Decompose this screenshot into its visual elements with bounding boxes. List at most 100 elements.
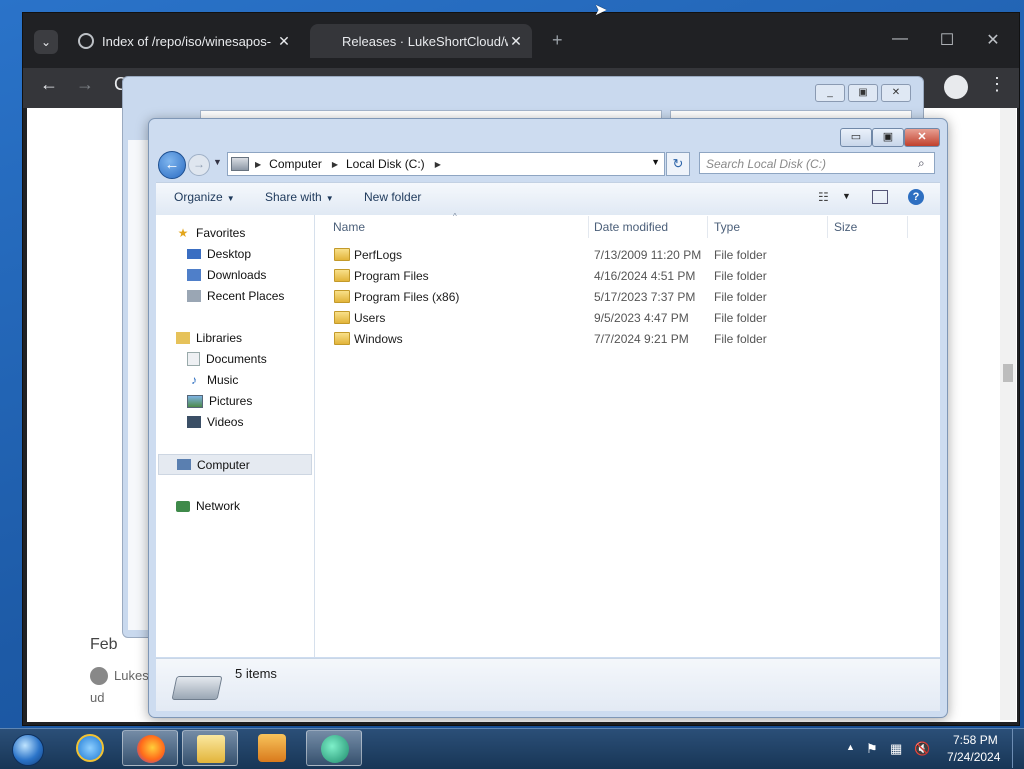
browser-minimize-button[interactable]: — bbox=[890, 30, 910, 48]
breadcrumb-arrow-icon[interactable]: ▶ bbox=[435, 160, 441, 169]
clock-date[interactable]: 7/24/2024 bbox=[947, 750, 1000, 764]
change-view-icon[interactable]: ☷ bbox=[818, 190, 829, 204]
file-row[interactable]: Program Files (x86) 5/17/2023 7:37 PM File… bbox=[330, 287, 930, 307]
taskbar-internet-explorer[interactable] bbox=[62, 730, 118, 766]
folder-icon bbox=[334, 332, 350, 345]
column-divider[interactable] bbox=[907, 216, 908, 238]
breadcrumb-local-disk[interactable]: Local Disk (C:) bbox=[346, 157, 425, 171]
close-tab-icon[interactable]: ✕ bbox=[508, 33, 524, 50]
action-center-flag-icon[interactable]: ⚑ bbox=[866, 741, 878, 757]
preview-pane-icon[interactable] bbox=[872, 190, 888, 204]
page-text-user: Lukes bbox=[114, 668, 149, 683]
share-with-button[interactable]: Share with ▼ bbox=[265, 190, 334, 204]
column-divider[interactable] bbox=[827, 216, 828, 238]
breadcrumb-arrow-icon[interactable]: ▶ bbox=[255, 160, 261, 169]
nav-libraries[interactable]: Libraries bbox=[176, 331, 242, 345]
back-window-close-button[interactable]: ✕ bbox=[881, 84, 911, 102]
media-player-icon bbox=[258, 734, 286, 762]
back-window-minimize-button[interactable]: _ bbox=[815, 84, 845, 102]
organize-label: Organize bbox=[174, 190, 223, 204]
new-tab-button[interactable]: + bbox=[552, 30, 563, 51]
browser-scrollbar[interactable] bbox=[1000, 108, 1016, 720]
address-dropdown-icon[interactable]: ▼ bbox=[651, 157, 660, 167]
breadcrumb-arrow-icon[interactable]: ▶ bbox=[332, 160, 338, 169]
tab-title: Releases · LukeShortCloud/wi bbox=[342, 33, 508, 49]
column-header-size[interactable]: Size bbox=[834, 220, 857, 234]
minimize-button[interactable]: ▭ bbox=[840, 128, 872, 147]
file-name: Program Files bbox=[354, 269, 429, 283]
browser-close-button[interactable]: ✕ bbox=[983, 30, 1003, 50]
taskbar-media-player[interactable] bbox=[244, 730, 300, 766]
file-name: PerfLogs bbox=[354, 248, 403, 262]
new-folder-button[interactable]: New folder bbox=[364, 190, 421, 204]
browser-menu-icon[interactable]: ⋮ bbox=[988, 74, 1006, 95]
view-dropdown-icon[interactable]: ▼ bbox=[842, 191, 851, 201]
firefox-icon bbox=[137, 735, 165, 763]
nav-music[interactable]: ♪ Music bbox=[187, 373, 238, 387]
nav-label: Music bbox=[207, 373, 239, 387]
nav-documents[interactable]: Documents bbox=[187, 352, 267, 366]
tab-releases[interactable]: Releases · LukeShortCloud/wi ✕ bbox=[310, 24, 532, 58]
column-header-type[interactable]: Type bbox=[714, 220, 740, 234]
clock-time[interactable]: 7:58 PM bbox=[953, 733, 998, 747]
search-icon[interactable]: ⌕ bbox=[918, 156, 925, 171]
mouse-cursor-icon: ➤ bbox=[594, 2, 608, 19]
browser-scrollbar-thumb[interactable] bbox=[1003, 364, 1013, 382]
address-bar[interactable]: ▶ Computer ▶ Local Disk (C:) ▶ ▼ bbox=[227, 152, 665, 176]
close-tab-icon[interactable]: ✕ bbox=[276, 33, 292, 50]
breadcrumb-computer[interactable]: Computer bbox=[269, 157, 322, 171]
column-header-date-modified[interactable]: Date modified bbox=[594, 220, 668, 234]
share-with-label: Share with bbox=[265, 190, 322, 204]
browser-maximize-button[interactable]: ☐ bbox=[937, 30, 957, 50]
file-row[interactable]: Program Files 4/16/2024 4:51 PM File folde… bbox=[330, 266, 930, 286]
taskbar-app-active[interactable] bbox=[306, 730, 362, 766]
help-icon[interactable]: ? bbox=[908, 189, 924, 205]
back-arrow-icon[interactable]: ← bbox=[158, 151, 186, 179]
show-hidden-icons[interactable]: ▲ bbox=[846, 742, 855, 752]
nav-videos[interactable]: Videos bbox=[187, 415, 243, 429]
profile-avatar[interactable] bbox=[944, 75, 968, 99]
nav-downloads[interactable]: Downloads bbox=[187, 268, 266, 282]
avatar bbox=[90, 667, 108, 685]
app-icon bbox=[321, 735, 349, 763]
recent-pages-dropdown-icon[interactable]: ▼ bbox=[213, 157, 222, 167]
sort-arrow-icon: ^ bbox=[453, 212, 457, 221]
forward-arrow-icon[interactable]: → bbox=[188, 154, 210, 176]
nav-favorites[interactable]: ★ Favorites bbox=[176, 226, 246, 240]
taskbar-firefox[interactable] bbox=[122, 730, 178, 766]
tab-search-dropdown-icon[interactable]: ⌄ bbox=[34, 30, 58, 54]
browser-forward-button[interactable]: → bbox=[76, 74, 94, 95]
nav-label: Favorites bbox=[196, 226, 246, 240]
file-row[interactable]: Users 9/5/2023 4:47 PM File folder bbox=[330, 308, 930, 328]
folder-icon bbox=[334, 311, 350, 324]
column-header-name[interactable]: Name bbox=[333, 220, 365, 234]
windows-logo-icon bbox=[12, 734, 44, 766]
nav-recent-places[interactable]: Recent Places bbox=[187, 289, 284, 303]
nav-label: Downloads bbox=[207, 268, 267, 282]
back-window-maximize-button[interactable]: ▣ bbox=[848, 84, 878, 102]
browser-back-button[interactable]: ← bbox=[40, 74, 58, 95]
volume-muted-icon[interactable]: 🔇 bbox=[914, 741, 930, 757]
file-row[interactable]: PerfLogs 7/13/2009 11:20 PM File folder bbox=[330, 245, 930, 265]
column-divider[interactable] bbox=[588, 216, 589, 238]
refresh-icon[interactable]: ↻ bbox=[666, 152, 690, 176]
nav-label: Pictures bbox=[209, 394, 253, 408]
network-tray-icon[interactable]: ▦ bbox=[890, 741, 902, 757]
nav-pictures[interactable]: Pictures bbox=[187, 394, 252, 408]
file-row[interactable]: Windows 7/7/2024 9:21 PM File folder bbox=[330, 329, 930, 349]
tab-title: Index of /repo/iso/winesapos- bbox=[102, 33, 272, 49]
column-divider[interactable] bbox=[707, 216, 708, 238]
tab-index-of-repo[interactable]: Index of /repo/iso/winesapos- ✕ bbox=[70, 24, 300, 58]
maximize-button[interactable]: ▣ bbox=[872, 128, 904, 147]
organize-button[interactable]: Organize ▼ bbox=[174, 190, 235, 204]
github-icon bbox=[318, 33, 334, 49]
start-button[interactable] bbox=[4, 729, 46, 767]
file-name: Windows bbox=[354, 332, 403, 346]
nav-network[interactable]: Network bbox=[176, 499, 240, 513]
nav-desktop[interactable]: Desktop bbox=[187, 247, 251, 261]
show-desktop-button[interactable] bbox=[1012, 729, 1024, 768]
taskbar-windows-explorer[interactable] bbox=[182, 730, 238, 766]
close-button[interactable]: ✕ bbox=[904, 128, 940, 147]
search-input[interactable]: Search Local Disk (C:) bbox=[699, 152, 935, 174]
nav-computer[interactable]: Computer bbox=[158, 454, 312, 475]
